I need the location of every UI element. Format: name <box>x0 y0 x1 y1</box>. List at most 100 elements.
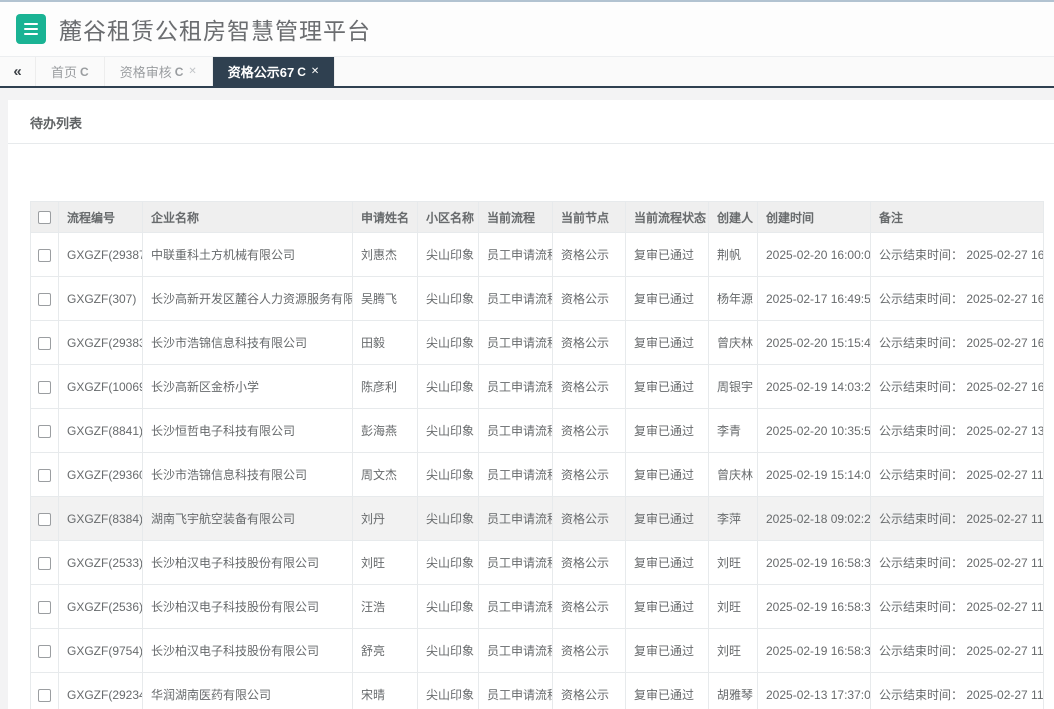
table-cell: 复审已通过 <box>626 585 709 629</box>
app-header: 麓谷租赁公租房智慧管理平台 <box>0 2 1054 57</box>
table-cell: 2025-02-20 10:35:58 <box>758 409 871 453</box>
row-checkbox[interactable] <box>38 601 51 614</box>
row-checkbox[interactable] <box>38 469 51 482</box>
table-cell: 2025-02-19 16:58:39 <box>758 629 871 673</box>
tab-item-1[interactable]: 资格审核C✕ <box>105 57 213 86</box>
table-cell: 员工申请流程 <box>479 409 553 453</box>
column-header: 创建时间 <box>758 202 871 233</box>
table-cell: 资格公示 <box>553 365 626 409</box>
table-row[interactable]: GXGZF(10069)长沙高新区金桥小学陈彦利尖山印象员工申请流程资格公示复审… <box>31 365 1044 409</box>
table-cell: 吴腾飞 <box>353 277 418 321</box>
table-cell: 2025-02-17 16:49:53 <box>758 277 871 321</box>
table-row[interactable]: GXGZF(2533)长沙柏汉电子科技股份有限公司刘旺尖山印象员工申请流程资格公… <box>31 541 1044 585</box>
table-row[interactable]: GXGZF(29360)长沙市浩锦信息科技有限公司周文杰尖山印象员工申请流程资格… <box>31 453 1044 497</box>
table-row[interactable]: GXGZF(29387)中联重科土方机械有限公司刘惠杰尖山印象员工申请流程资格公… <box>31 233 1044 277</box>
table-cell: 李青 <box>709 409 758 453</box>
row-checkbox-cell <box>31 497 59 541</box>
table-cell: 长沙高新开发区麓谷人力资源服务有限公司 <box>143 277 353 321</box>
table-cell: 公示结束时间： 2025-02-27 11:22:27 <box>871 629 1044 673</box>
row-checkbox[interactable] <box>38 645 51 658</box>
table-row[interactable]: GXGZF(29234)华润湖南医药有限公司宋晴尖山印象员工申请流程资格公示复审… <box>31 673 1044 709</box>
row-checkbox[interactable] <box>38 249 51 262</box>
table-cell: GXGZF(29387) <box>59 233 143 277</box>
table-cell: 李萍 <box>709 497 758 541</box>
row-checkbox[interactable] <box>38 557 51 570</box>
row-checkbox[interactable] <box>38 293 51 306</box>
row-checkbox-cell <box>31 409 59 453</box>
table-cell: 长沙柏汉电子科技股份有限公司 <box>143 585 353 629</box>
table-cell: 华润湖南医药有限公司 <box>143 673 353 709</box>
table-cell: GXGZF(8384) <box>59 497 143 541</box>
table-cell: 复审已通过 <box>626 277 709 321</box>
table-cell: 宋晴 <box>353 673 418 709</box>
table-cell: 尖山印象 <box>418 629 479 673</box>
row-checkbox[interactable] <box>38 689 51 702</box>
table-cell: 田毅 <box>353 321 418 365</box>
table-cell: 尖山印象 <box>418 365 479 409</box>
table-cell: 长沙市浩锦信息科技有限公司 <box>143 453 353 497</box>
refresh-icon[interactable]: C <box>297 65 306 79</box>
todo-table-wrap: 流程编号企业名称申请姓名小区名称当前流程当前节点当前流程状态创建人创建时间备注 … <box>30 201 1043 709</box>
table-cell: 尖山印象 <box>418 277 479 321</box>
table-cell: 复审已通过 <box>626 321 709 365</box>
table-row[interactable]: GXGZF(2536)长沙柏汉电子科技股份有限公司汪浩尖山印象员工申请流程资格公… <box>31 585 1044 629</box>
column-header: 当前流程状态 <box>626 202 709 233</box>
table-cell: 公示结束时间： 2025-02-27 11:22:43 <box>871 541 1044 585</box>
table-cell: 尖山印象 <box>418 541 479 585</box>
table-cell: 员工申请流程 <box>479 277 553 321</box>
table-cell: 员工申请流程 <box>479 629 553 673</box>
table-cell: 刘旺 <box>709 585 758 629</box>
select-all-cell <box>31 202 59 233</box>
table-cell: 员工申请流程 <box>479 365 553 409</box>
table-cell: 2025-02-20 16:00:00 <box>758 233 871 277</box>
table-cell: 复审已通过 <box>626 497 709 541</box>
todo-table: 流程编号企业名称申请姓名小区名称当前流程当前节点当前流程状态创建人创建时间备注 … <box>30 201 1044 709</box>
table-cell: 刘旺 <box>709 541 758 585</box>
table-cell: 长沙柏汉电子科技股份有限公司 <box>143 629 353 673</box>
tab-home[interactable]: 首页C <box>36 57 105 86</box>
table-cell: 员工申请流程 <box>479 673 553 709</box>
row-checkbox-cell <box>31 453 59 497</box>
table-row[interactable]: GXGZF(9754)长沙柏汉电子科技股份有限公司舒亮尖山印象员工申请流程资格公… <box>31 629 1044 673</box>
row-checkbox-cell <box>31 629 59 673</box>
table-row[interactable]: GXGZF(8841)长沙恒哲电子科技有限公司彭海燕尖山印象员工申请流程资格公示… <box>31 409 1044 453</box>
app-title: 麓谷租赁公租房智慧管理平台 <box>59 12 371 46</box>
row-checkbox[interactable] <box>38 425 51 438</box>
row-checkbox[interactable] <box>38 381 51 394</box>
table-cell: 周文杰 <box>353 453 418 497</box>
table-cell: 2025-02-19 14:03:27 <box>758 365 871 409</box>
table-cell: 复审已通过 <box>626 233 709 277</box>
select-all-checkbox[interactable] <box>38 211 51 224</box>
table-cell: 资格公示 <box>553 409 626 453</box>
tab-item-2[interactable]: 资格公示67C✕ <box>213 57 336 86</box>
tab-bar: « 首页C资格审核C✕资格公示67C✕ <box>0 57 1054 88</box>
tabs-collapse-button[interactable]: « <box>0 57 36 86</box>
table-cell: 2025-02-20 15:15:42 <box>758 321 871 365</box>
table-row[interactable]: GXGZF(8384)湖南飞宇航空装备有限公司刘丹尖山印象员工申请流程资格公示复… <box>31 497 1044 541</box>
table-cell: 员工申请流程 <box>479 233 553 277</box>
refresh-icon[interactable]: C <box>80 65 89 79</box>
hamburger-menu-icon <box>24 23 38 35</box>
table-cell: 尖山印象 <box>418 409 479 453</box>
table-cell: GXGZF(29234) <box>59 673 143 709</box>
table-cell: 资格公示 <box>553 673 626 709</box>
row-checkbox[interactable] <box>38 337 51 350</box>
close-icon[interactable]: ✕ <box>311 66 319 77</box>
table-cell: 曾庆林 <box>709 321 758 365</box>
table-row[interactable]: GXGZF(307)长沙高新开发区麓谷人力资源服务有限公司吴腾飞尖山印象员工申请… <box>31 277 1044 321</box>
table-cell: 员工申请流程 <box>479 541 553 585</box>
table-row[interactable]: GXGZF(29383)长沙市浩锦信息科技有限公司田毅尖山印象员工申请流程资格公… <box>31 321 1044 365</box>
table-cell: 荆帆 <box>709 233 758 277</box>
table-cell: 员工申请流程 <box>479 497 553 541</box>
table-cell: GXGZF(307) <box>59 277 143 321</box>
column-header: 申请姓名 <box>353 202 418 233</box>
content-area: 待办列表 流程编号企业名称申请姓名小区名称当前流程当前节点当前流程状态创建人创建… <box>0 88 1054 709</box>
close-icon[interactable]: ✕ <box>188 66 196 77</box>
row-checkbox[interactable] <box>38 513 51 526</box>
table-cell: GXGZF(2533) <box>59 541 143 585</box>
table-cell: 资格公示 <box>553 277 626 321</box>
refresh-icon[interactable]: C <box>175 65 184 79</box>
table-cell: 资格公示 <box>553 233 626 277</box>
column-header: 流程编号 <box>59 202 143 233</box>
menu-toggle-button[interactable] <box>16 14 46 44</box>
